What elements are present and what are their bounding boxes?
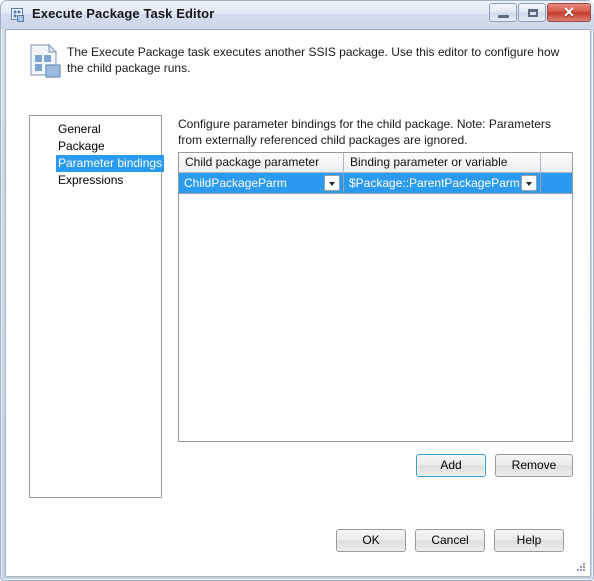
minimize-button[interactable] [489, 3, 517, 22]
cell-child-package-parameter[interactable]: ChildPackageParm [179, 173, 344, 194]
resize-grip[interactable] [575, 561, 587, 573]
dialog-client-area: The Execute Package task executes anothe… [5, 29, 591, 577]
cell-value: $Package::ParentPackageParm [349, 176, 520, 190]
table-row[interactable]: ChildPackageParm $Package::ParentPackage… [179, 173, 572, 194]
cell-filler[interactable] [541, 173, 572, 194]
nav-item-label: Parameter bindings [56, 155, 165, 172]
nav-item-label: Package [58, 139, 105, 153]
nav-item-parameter-bindings[interactable]: Parameter bindings [30, 155, 165, 172]
remove-button[interactable]: Remove [495, 454, 573, 477]
nav-item-general[interactable]: General [30, 121, 163, 138]
window-controls: ✕ [488, 3, 591, 22]
grid-header-row: Child package parameter Binding paramete… [179, 153, 572, 173]
add-button[interactable]: Add [416, 454, 486, 477]
dialog-window: Execute Package Task Editor ✕ The Execut… [0, 0, 594, 581]
maximize-icon [528, 9, 538, 17]
ok-button[interactable]: OK [336, 529, 406, 552]
nav-item-label: General [58, 122, 101, 136]
navigation-panel: General Package Parameter bindings Expre… [29, 115, 165, 498]
title-bar[interactable]: Execute Package Task Editor ✕ [1, 1, 594, 29]
cell-binding-parameter-or-variable[interactable]: $Package::ParentPackageParm [344, 173, 541, 194]
cancel-button[interactable]: Cancel [415, 529, 485, 552]
maximize-button[interactable] [518, 3, 546, 22]
nav-item-label: Expressions [58, 173, 124, 187]
package-document-icon [10, 7, 26, 23]
chevron-down-icon[interactable] [324, 175, 340, 191]
nav-item-package[interactable]: Package [30, 138, 163, 155]
minimize-icon [498, 15, 509, 18]
close-button[interactable]: ✕ [547, 3, 591, 22]
navigation-list: General Package Parameter bindings Expre… [30, 121, 165, 189]
ssis-package-icon [26, 41, 66, 81]
close-icon: ✕ [563, 4, 575, 20]
cell-value: ChildPackageParm [184, 176, 287, 190]
pane-description: Configure parameter bindings for the chi… [178, 117, 551, 147]
help-button[interactable]: Help [494, 529, 564, 552]
nav-item-expressions[interactable]: Expressions [30, 172, 163, 189]
grid-column-header-filler[interactable] [541, 153, 572, 173]
window-title: Execute Package Task Editor [32, 6, 215, 21]
banner-description: The Execute Package task executes anothe… [67, 45, 560, 75]
grid-column-header-binding-parameter[interactable]: Binding parameter or variable [344, 153, 541, 173]
chevron-down-icon[interactable] [521, 175, 537, 191]
grid-column-header-child-package-parameter[interactable]: Child package parameter [179, 153, 344, 173]
parameter-bindings-grid[interactable]: Child package parameter Binding paramete… [178, 152, 573, 442]
